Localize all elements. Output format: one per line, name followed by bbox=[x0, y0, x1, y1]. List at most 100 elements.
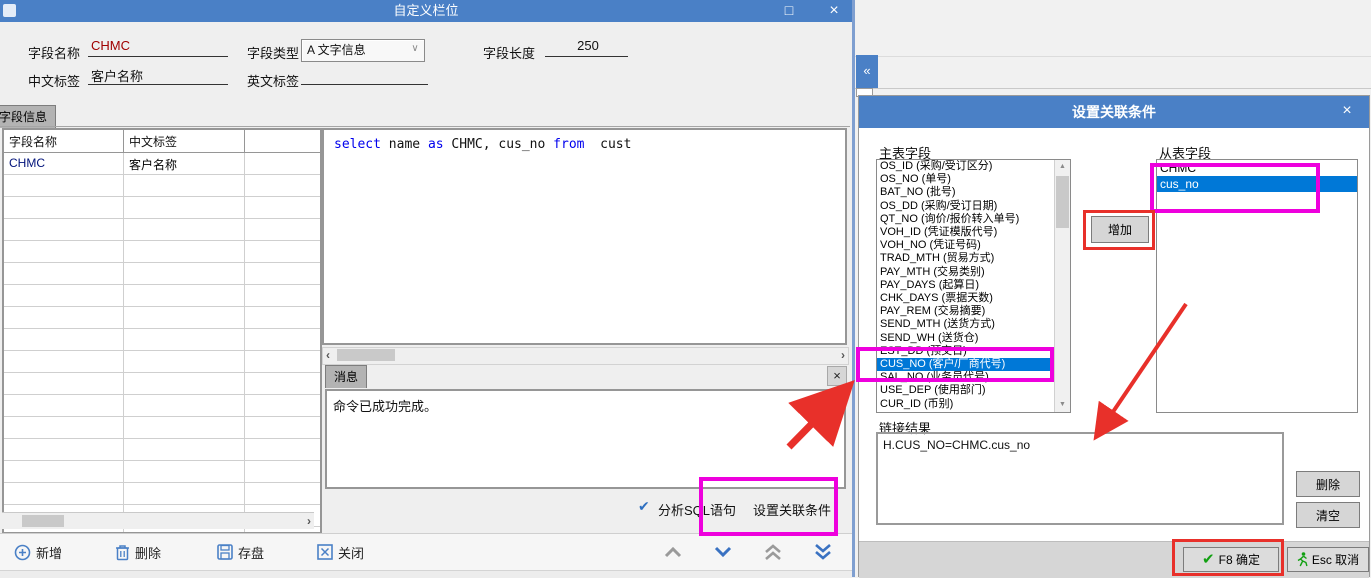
sql-keyword: from bbox=[553, 137, 584, 152]
grid-cell bbox=[4, 483, 124, 504]
master-field-item[interactable]: OS_DD (采购/受订日期) bbox=[877, 200, 1055, 213]
set-relation-button[interactable]: 设置关联条件 bbox=[753, 500, 831, 519]
sql-hscrollbar[interactable]: ‹ › bbox=[322, 347, 849, 365]
grid-row[interactable] bbox=[4, 439, 320, 461]
grid-row[interactable] bbox=[4, 395, 320, 417]
field-grid[interactable]: 字段名称 中文标签 CHMC客户名称 bbox=[2, 128, 322, 534]
field-length-input[interactable]: 250 bbox=[545, 38, 628, 57]
master-field-item[interactable]: OS_NO (单号) bbox=[877, 173, 1055, 186]
master-field-item[interactable]: VOH_ID (凭证模版代号) bbox=[877, 226, 1055, 239]
grid-row[interactable] bbox=[4, 329, 320, 351]
grid-row[interactable] bbox=[4, 417, 320, 439]
relation-close-icon[interactable]: × bbox=[1333, 96, 1361, 128]
link-result-box[interactable]: H.CUS_NO=CHMC.cus_no bbox=[876, 432, 1284, 525]
master-field-item[interactable]: PAY_MTH (交易类别) bbox=[877, 266, 1055, 279]
grid-row[interactable] bbox=[4, 197, 320, 219]
detail-field-list[interactable]: CHMCcus_no bbox=[1156, 159, 1358, 413]
master-field-item[interactable]: SEND_WH (送货仓) bbox=[877, 332, 1055, 345]
en-label-input[interactable] bbox=[301, 66, 428, 85]
save-button[interactable]: 存盘 bbox=[217, 542, 264, 562]
detail-field-item[interactable]: cus_no bbox=[1157, 176, 1357, 192]
grid-hscrollbar[interactable]: › bbox=[2, 512, 314, 529]
chevron-down-icon[interactable]: ∨ bbox=[407, 41, 423, 58]
field-type-select[interactable]: A 文字信息 ∨ bbox=[301, 39, 425, 62]
grid-row[interactable] bbox=[4, 373, 320, 395]
master-field-item[interactable]: PAY_DAYS (起算日) bbox=[877, 279, 1055, 292]
master-field-item[interactable]: BAT_NO (批号) bbox=[877, 186, 1055, 199]
master-scroll-thumb[interactable] bbox=[1056, 176, 1069, 228]
add-button-label: 新增 bbox=[36, 543, 62, 562]
master-field-item[interactable]: CHK_DAYS (票据天数) bbox=[877, 292, 1055, 305]
sql-text: name bbox=[381, 137, 428, 152]
master-field-item[interactable]: VOH_NO (凭证号码) bbox=[877, 239, 1055, 252]
grid-row[interactable] bbox=[4, 483, 320, 505]
delete-button[interactable]: 删除 bbox=[115, 542, 161, 562]
nav-bottom-button[interactable] bbox=[813, 542, 833, 562]
grid-hscroll-thumb[interactable] bbox=[22, 515, 64, 527]
grid-cell bbox=[124, 417, 245, 438]
maximize-button-icon[interactable]: □ bbox=[775, 0, 803, 22]
tab-message[interactable]: 消息 bbox=[325, 365, 367, 388]
nav-top-button[interactable] bbox=[763, 542, 783, 562]
grid-cell bbox=[4, 439, 124, 460]
grid-row[interactable] bbox=[4, 263, 320, 285]
ok-button[interactable]: ✔ F8 确定 bbox=[1183, 547, 1279, 572]
master-field-item[interactable]: CUR_ID (币别) bbox=[877, 398, 1055, 411]
close-button-icon[interactable]: × bbox=[820, 0, 848, 22]
grid-row[interactable] bbox=[4, 241, 320, 263]
master-field-item[interactable]: SAL_NO (业务员代号) bbox=[877, 371, 1055, 384]
master-list-scrollbar[interactable]: ▲ ▼ bbox=[1054, 160, 1070, 412]
grid-cell: CHMC bbox=[4, 153, 124, 174]
grid-row[interactable] bbox=[4, 175, 320, 197]
trash-icon bbox=[115, 544, 130, 561]
scroll-down-icon[interactable]: ▼ bbox=[1055, 398, 1070, 412]
sql-hscroll-thumb[interactable] bbox=[337, 349, 395, 361]
master-field-item[interactable]: TRAD_MTH (贸易方式) bbox=[877, 252, 1055, 265]
add-relation-button[interactable]: 增加 bbox=[1091, 216, 1149, 243]
cn-label-label: 中文标签 bbox=[28, 71, 80, 90]
tab-field-info[interactable]: 字段信息 bbox=[0, 105, 56, 128]
delete-relation-button[interactable]: 删除 bbox=[1296, 471, 1360, 497]
master-field-item[interactable]: USE_DEP (使用部门) bbox=[877, 384, 1055, 397]
grid-cell bbox=[124, 351, 245, 372]
master-field-item[interactable]: CUS_NO (客户/厂商代号) bbox=[877, 358, 1055, 371]
master-field-item[interactable]: EST_DD (预交日) bbox=[877, 345, 1055, 358]
chevron-down-icon bbox=[713, 545, 733, 559]
sql-scroll-left-icon[interactable]: ‹ bbox=[326, 348, 330, 362]
message-close-icon[interactable]: × bbox=[827, 366, 847, 386]
sql-scroll-right-icon[interactable]: › bbox=[841, 348, 845, 362]
nav-down-button[interactable] bbox=[713, 542, 733, 562]
scroll-up-icon[interactable]: ▲ bbox=[1055, 160, 1070, 174]
main-titlebar: 自定义栏位 □ × bbox=[0, 0, 852, 22]
add-button[interactable]: 新增 bbox=[14, 542, 62, 562]
grid-row[interactable]: CHMC客户名称 bbox=[4, 153, 320, 175]
grid-cell bbox=[245, 307, 316, 328]
master-field-item[interactable]: SEND_MTH (送货方式) bbox=[877, 318, 1055, 331]
grid-cell bbox=[124, 395, 245, 416]
grid-cell bbox=[4, 241, 124, 262]
grid-row[interactable] bbox=[4, 285, 320, 307]
master-field-item[interactable]: OS_ID (采购/受订区分) bbox=[877, 160, 1055, 173]
grid-row[interactable] bbox=[4, 351, 320, 373]
collapse-panel-button[interactable]: « bbox=[856, 55, 878, 88]
sql-editor[interactable]: select name as CHMC, cus_no from cust bbox=[322, 128, 847, 345]
clear-relation-button[interactable]: 清空 bbox=[1296, 502, 1360, 528]
relation-dialog-titlebar: 设置关联条件 bbox=[859, 96, 1369, 128]
analyze-sql-checkbox[interactable]: ✔ bbox=[638, 498, 650, 515]
nav-up-button[interactable] bbox=[663, 542, 683, 562]
master-field-item[interactable]: PAY_REM (交易摘要) bbox=[877, 305, 1055, 318]
close-button[interactable]: 关闭 bbox=[317, 542, 364, 562]
grid-row[interactable] bbox=[4, 461, 320, 483]
field-name-input[interactable]: CHMC bbox=[88, 38, 228, 57]
grid-row[interactable] bbox=[4, 219, 320, 241]
cn-label-input[interactable]: 客户名称 bbox=[88, 66, 228, 85]
detail-field-item[interactable]: CHMC bbox=[1157, 160, 1357, 176]
grid-row[interactable] bbox=[4, 307, 320, 329]
grid-scroll-right-icon[interactable]: › bbox=[307, 514, 311, 528]
grid-cell bbox=[4, 395, 124, 416]
cancel-button[interactable]: Esc 取消 bbox=[1287, 547, 1369, 572]
grid-cell bbox=[245, 285, 316, 306]
master-field-item[interactable]: QT_NO (询价/报价转入单号) bbox=[877, 213, 1055, 226]
grid-cell bbox=[4, 197, 124, 218]
master-field-list[interactable]: OS_ID (采购/受订区分)OS_NO (单号)BAT_NO (批号)OS_D… bbox=[876, 159, 1071, 413]
